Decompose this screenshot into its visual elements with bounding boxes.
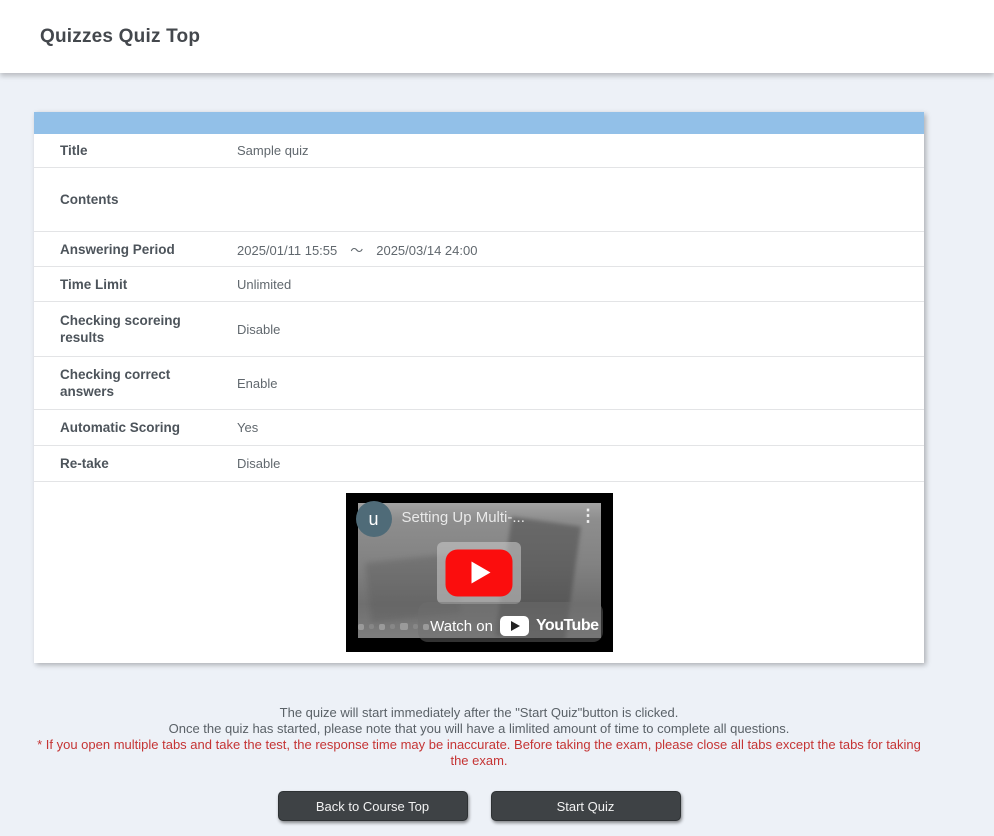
video-row: u Setting Up Multi-... ⋮ Watch on bbox=[34, 482, 924, 663]
youtube-wordmark: YouTube bbox=[536, 617, 599, 635]
youtube-play-icon bbox=[500, 616, 529, 636]
row-label: Checking scoreing results bbox=[60, 312, 210, 346]
row-label: Answering Period bbox=[60, 241, 210, 258]
card-accent-bar bbox=[34, 112, 924, 134]
row-value: Sample quiz bbox=[237, 143, 309, 158]
note-warning: * If you open multiple tabs and take the… bbox=[34, 737, 924, 769]
table-row-time-limit: Time Limit Unlimited bbox=[34, 267, 924, 302]
row-value: Unlimited bbox=[237, 277, 291, 292]
quiz-notes: The quize will start immediately after t… bbox=[34, 705, 924, 769]
row-value: Enable bbox=[237, 376, 277, 391]
action-buttons: Back to Course Top Start Quiz bbox=[34, 791, 924, 821]
row-label: Re-take bbox=[60, 455, 210, 472]
main-content: Title Sample quiz Contents Answering Per… bbox=[34, 112, 924, 821]
table-row-retake: Re-take Disable bbox=[34, 446, 924, 482]
row-value: Disable bbox=[237, 456, 280, 471]
play-icon bbox=[472, 562, 491, 584]
kebab-menu-icon[interactable]: ⋮ bbox=[580, 507, 597, 525]
table-row-title: Title Sample quiz bbox=[34, 134, 924, 168]
video-title[interactable]: Setting Up Multi-... bbox=[402, 509, 557, 526]
row-label: Contents bbox=[60, 191, 210, 208]
note-line-1: The quize will start immediately after t… bbox=[34, 705, 924, 721]
row-value: 2025/01/11 15:55 ～ 2025/03/14 24:00 bbox=[237, 240, 477, 259]
start-quiz-button[interactable]: Start Quiz bbox=[491, 791, 681, 821]
back-to-course-top-button[interactable]: Back to Course Top bbox=[278, 791, 468, 821]
table-row-answering-period: Answering Period 2025/01/11 15:55 ～ 2025… bbox=[34, 232, 924, 267]
watch-on-label: Watch on bbox=[430, 618, 493, 635]
row-label: Time Limit bbox=[60, 276, 210, 293]
table-row-automatic-scoring: Automatic Scoring Yes bbox=[34, 410, 924, 446]
table-row-checking-correct-answers: Checking correct answers Enable bbox=[34, 357, 924, 410]
app-header: Quizzes Quiz Top bbox=[0, 0, 994, 73]
youtube-embed[interactable]: u Setting Up Multi-... ⋮ Watch on bbox=[346, 493, 613, 652]
row-value: Yes bbox=[237, 420, 258, 435]
watch-on-youtube-link[interactable]: Watch on YouTube bbox=[346, 616, 599, 636]
channel-avatar[interactable]: u bbox=[356, 501, 392, 537]
row-value: Disable bbox=[237, 322, 280, 337]
quiz-info-card: Title Sample quiz Contents Answering Per… bbox=[34, 112, 924, 663]
row-label: Automatic Scoring bbox=[60, 419, 210, 436]
play-button[interactable] bbox=[446, 549, 513, 596]
page-title: Quizzes Quiz Top bbox=[40, 26, 200, 48]
note-line-2: Once the quiz has started, please note t… bbox=[34, 721, 924, 737]
table-row-checking-scoring-results: Checking scoreing results Disable bbox=[34, 302, 924, 357]
row-label: Title bbox=[60, 142, 210, 159]
table-row-contents: Contents bbox=[34, 168, 924, 232]
quiz-info-table: Title Sample quiz Contents Answering Per… bbox=[34, 134, 924, 663]
row-label: Checking correct answers bbox=[60, 366, 210, 400]
